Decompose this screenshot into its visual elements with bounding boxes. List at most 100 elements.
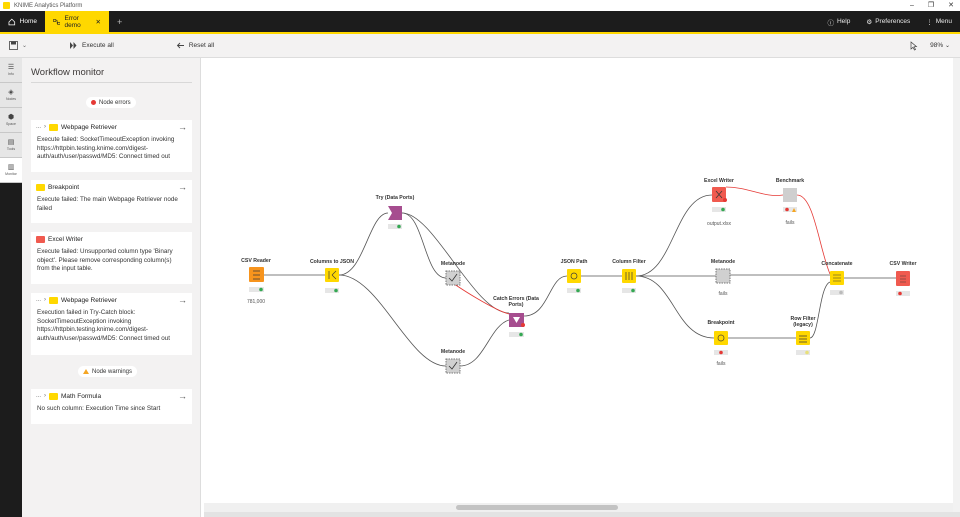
chevron-right-icon: › xyxy=(44,393,47,399)
horizontal-scrollbar[interactable] xyxy=(204,503,953,512)
nav-item-info[interactable]: ☰ Info xyxy=(0,58,22,83)
scrollbar-thumb[interactable] xyxy=(456,505,618,510)
node-type-icon xyxy=(36,183,45,191)
execute-all-label: Execute all xyxy=(82,42,114,49)
card-message-line: object'. Please remove corresponding col… xyxy=(37,256,172,264)
csv-writer-node[interactable] xyxy=(896,271,910,296)
metanode-mid-node[interactable] xyxy=(715,268,731,284)
node-type-icon xyxy=(36,235,45,243)
node-label-row-filter: Row Filter (legacy) xyxy=(790,316,815,328)
new-tab-button[interactable]: + xyxy=(109,11,130,32)
arrow-right-icon[interactable]: → xyxy=(178,122,187,132)
nav-item-monitor[interactable]: ▥ Monitor xyxy=(0,158,22,183)
card-node-name: Webpage Retriever xyxy=(61,296,117,304)
maximize-button[interactable]: ❐ xyxy=(928,0,934,11)
help-icon: ⓘ xyxy=(827,19,834,27)
nav-item-tools[interactable]: ▤ Tools xyxy=(0,133,22,158)
node-label-csv-reader: CSV Reader xyxy=(241,258,271,264)
node-errors-badge: Node errors xyxy=(86,97,136,108)
error-icon xyxy=(91,100,96,105)
workflow-toolbar: ⌄ Execute all Reset all 98% ⌄ xyxy=(0,34,960,58)
save-dropdown[interactable]: ⌄ xyxy=(9,41,27,50)
concatenate-node[interactable] xyxy=(830,271,844,295)
help-button[interactable]: ⓘ Help xyxy=(827,17,850,27)
card-message-line: Execute failed: Unsupported column type … xyxy=(37,248,173,255)
warning-icon xyxy=(83,369,89,374)
card-message-line: No such column: Execution Time since Sta… xyxy=(37,405,161,412)
nav-item-nodes[interactable]: ◈ Nodes xyxy=(0,83,22,108)
window-titlebar: KNIME Analytics Platform – ❐ ✕ xyxy=(0,0,960,11)
arrow-right-icon[interactable]: → xyxy=(178,295,187,305)
home-icon xyxy=(8,18,16,25)
card-node-name: Excel Writer xyxy=(48,235,83,243)
card-message-line: from the input table. xyxy=(37,265,93,273)
workflow-icon xyxy=(53,18,61,25)
error-connections xyxy=(445,186,831,315)
try-data-ports-node[interactable] xyxy=(388,206,402,229)
menu-icon: ⋮ xyxy=(926,18,933,26)
node-label-column-filter: Column Filter xyxy=(612,259,645,265)
nav-item-label: Space xyxy=(6,122,16,126)
connection xyxy=(635,194,713,277)
node-type-icon xyxy=(49,296,59,304)
monitor-card[interactable]: Breakpoint → Execute failed: The main We… xyxy=(31,180,192,223)
node-sub-breakpoint: fails xyxy=(717,361,726,367)
node-label-concatenate: Concatenate xyxy=(821,261,852,267)
metanode-bottom-node[interactable] xyxy=(445,358,461,374)
chevron-down-icon: ⌄ xyxy=(22,43,28,49)
connection xyxy=(459,319,510,367)
csv-reader-node[interactable] xyxy=(249,267,264,292)
catch-errors-node[interactable] xyxy=(509,313,525,337)
card-message-line: Execute failed: SocketTimeoutException i… xyxy=(37,136,175,143)
menu-button[interactable]: ⋮ Menu xyxy=(926,18,952,26)
workflow-diagram[interactable]: CSV Reader Columns to JSON Try (Data Por… xyxy=(204,58,953,503)
space-icon: ⬢ xyxy=(7,114,15,121)
node-sub-csv-reader: 781,000 xyxy=(247,299,265,305)
menu-label: Menu xyxy=(935,18,952,25)
execute-all-button[interactable]: Execute all xyxy=(69,41,114,50)
close-button[interactable]: ✕ xyxy=(948,0,954,11)
tab-close-icon[interactable]: ✕ xyxy=(96,18,101,26)
preferences-label: Preferences xyxy=(875,18,911,25)
nav-item-label: Nodes xyxy=(5,97,17,101)
top-bar: Home Error demo ✕ + ⓘ Help ⚙ Preferences ⋮… xyxy=(0,11,960,32)
zoom-dropdown[interactable]: 98% ⌄ xyxy=(930,42,950,49)
tab-home[interactable]: Home xyxy=(0,11,45,32)
pointer-icon[interactable] xyxy=(909,40,918,51)
connection xyxy=(338,274,447,367)
chevron-right-icon: › xyxy=(44,297,47,303)
card-node-name: Math Formula xyxy=(61,392,102,400)
connection xyxy=(338,212,389,276)
connection-error xyxy=(725,186,784,196)
breakpoint-node[interactable] xyxy=(714,331,728,355)
excel-writer-node[interactable] xyxy=(712,187,727,212)
bottom-panel-edge xyxy=(204,512,960,517)
nav-item-space[interactable]: ⬢ Space xyxy=(0,108,22,133)
monitor-card[interactable]: ... › Webpage Retriever → Execution fail… xyxy=(31,293,192,355)
benchmark-node[interactable] xyxy=(783,188,797,212)
vertical-scrollbar[interactable] xyxy=(953,58,960,517)
left-navigation: ☰ Info ◈ Nodes ⬢ Space ▤ Tools ▥ Monitor xyxy=(0,58,22,517)
node-label-metanode-mid: Metanode xyxy=(711,259,735,265)
monitor-card[interactable]: ... › Webpage Retriever → Execute failed… xyxy=(31,120,192,172)
monitor-card[interactable]: ... › Math Formula → No such column: Exe… xyxy=(31,389,192,424)
node-label-json-path: JSON Path xyxy=(561,259,588,265)
reset-all-button[interactable]: Reset all xyxy=(176,41,214,50)
metanode-top-node[interactable] xyxy=(445,270,461,286)
json-path-node[interactable] xyxy=(567,269,581,293)
minimize-button[interactable]: – xyxy=(910,0,914,11)
card-breadcrumb[interactable]: ... xyxy=(36,124,41,130)
node-label-metanode-top: Metanode xyxy=(441,261,465,267)
workflow-canvas[interactable]: CSV Reader Columns to JSON Try (Data Por… xyxy=(204,58,953,513)
connection xyxy=(635,275,715,339)
card-breadcrumb[interactable]: ... xyxy=(36,393,41,399)
row-filter-node[interactable] xyxy=(796,331,810,355)
tab-error-demo[interactable]: Error demo ✕ xyxy=(45,11,109,32)
arrow-right-icon[interactable]: → xyxy=(178,391,187,401)
card-breadcrumb[interactable]: ... xyxy=(36,297,41,303)
preferences-button[interactable]: ⚙ Preferences xyxy=(866,18,910,26)
columns-to-json-node[interactable] xyxy=(325,268,339,293)
arrow-right-icon[interactable]: → xyxy=(178,182,187,192)
column-filter-node[interactable] xyxy=(622,269,636,293)
monitor-card[interactable]: Excel Writer Execute failed: Unsupported… xyxy=(31,232,192,284)
